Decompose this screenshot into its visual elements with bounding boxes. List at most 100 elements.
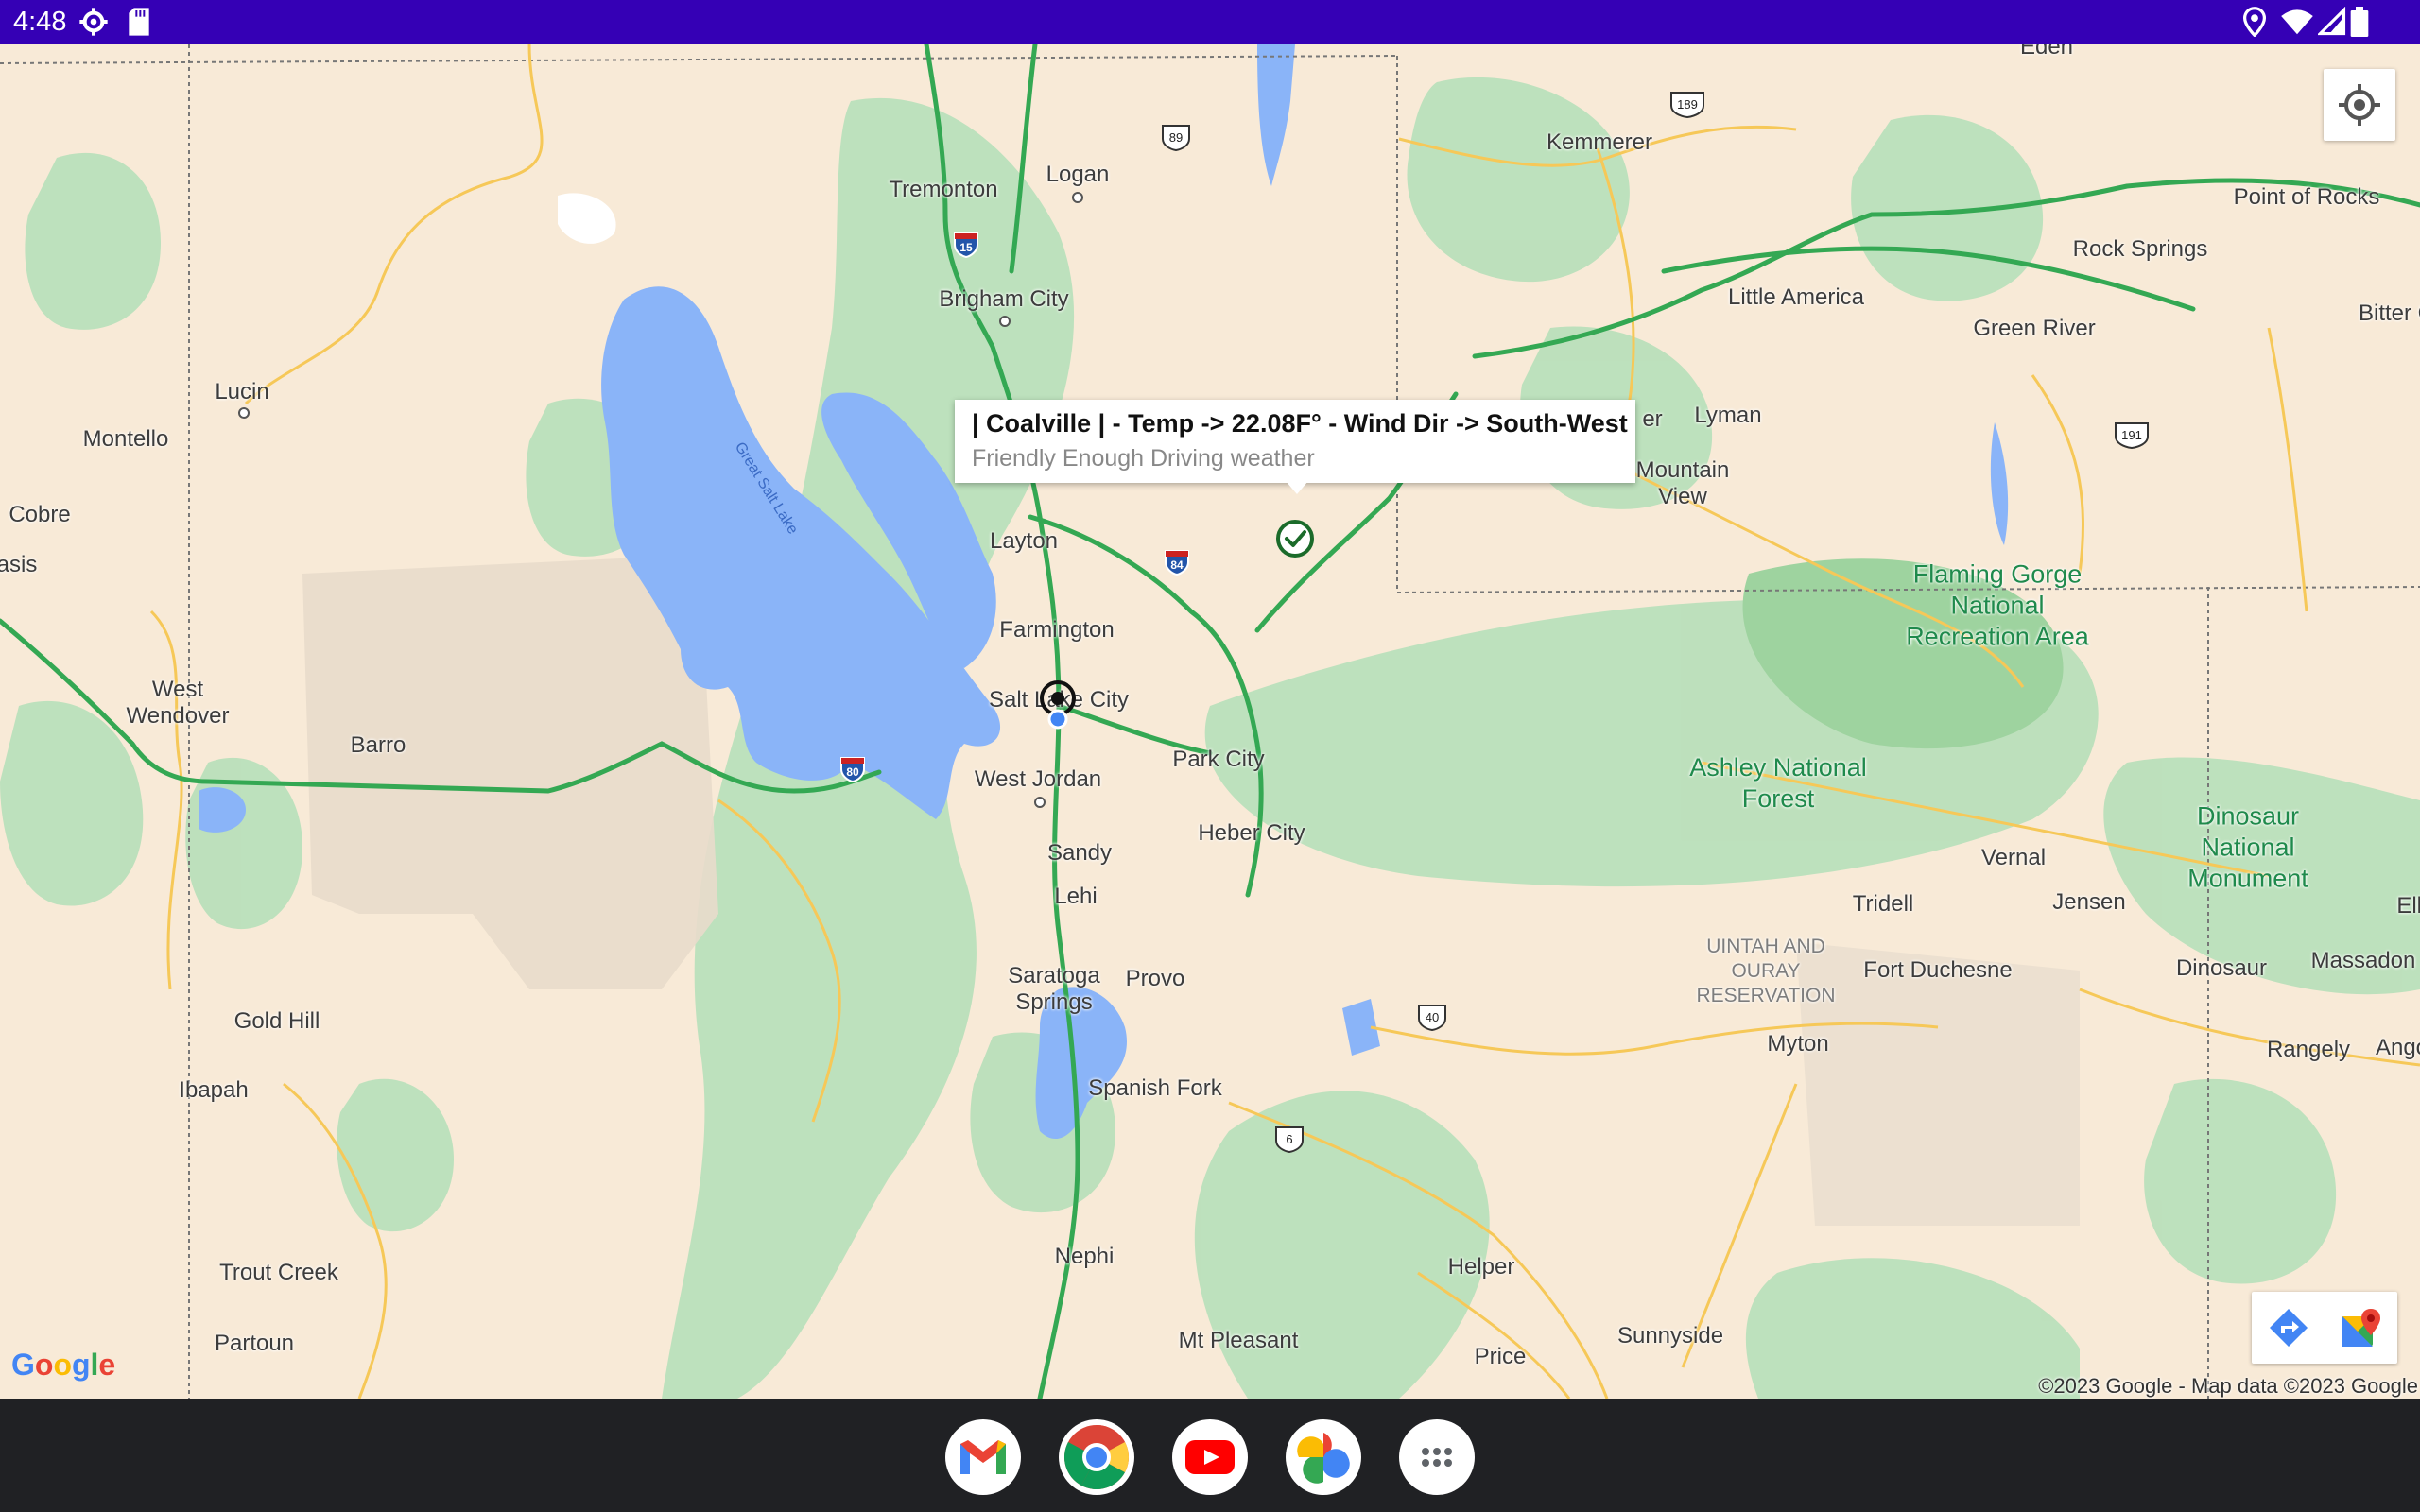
google-maps-icon bbox=[2342, 1309, 2380, 1347]
place-label: West Jordan bbox=[974, 766, 1102, 792]
svg-text:189: 189 bbox=[1677, 97, 1698, 112]
photos-app-icon[interactable] bbox=[1286, 1419, 1361, 1495]
place-label: Farmington bbox=[999, 617, 1115, 643]
place-label: er bbox=[1642, 406, 1663, 432]
place-label: Sunnyside bbox=[1616, 1323, 1724, 1349]
place-dot bbox=[1034, 797, 1046, 808]
place-label: Helper bbox=[1447, 1254, 1515, 1280]
directions-icon bbox=[2269, 1309, 2308, 1347]
place-dot bbox=[999, 316, 1011, 327]
svg-text:40: 40 bbox=[1426, 1010, 1439, 1024]
chrome-icon bbox=[1064, 1425, 1129, 1489]
place-label: Heber City bbox=[1198, 820, 1305, 846]
place-label: Spanish Fork bbox=[1088, 1075, 1222, 1101]
map-view[interactable]: 15 89 189 84 191 80 40 6 Eden Logan Trem… bbox=[0, 44, 2420, 1399]
photos-pinwheel-icon bbox=[1297, 1433, 1350, 1484]
map-terrain bbox=[0, 44, 2420, 1399]
app-dock bbox=[0, 1399, 2420, 1512]
place-label: Cobre bbox=[9, 502, 71, 527]
chrome-app-icon[interactable] bbox=[1059, 1419, 1134, 1495]
place-label: Lucin bbox=[215, 379, 269, 404]
gmail-icon bbox=[960, 1440, 1006, 1474]
place-label: Park City bbox=[1172, 747, 1265, 772]
interstate-15-shield: 15 bbox=[954, 232, 978, 259]
place-label: Point of Rocks bbox=[2233, 184, 2380, 210]
place-label: Nephi bbox=[1054, 1244, 1115, 1269]
directions-button[interactable] bbox=[2252, 1292, 2325, 1364]
location-pin-icon bbox=[2242, 7, 2267, 37]
place-label: Mountain View bbox=[1635, 457, 1730, 509]
svg-text:15: 15 bbox=[959, 241, 973, 254]
area-label-ashley-forest: Ashley National Forest bbox=[1689, 753, 1867, 813]
place-label: Provo bbox=[1125, 966, 1185, 991]
svg-text:Google: Google bbox=[11, 1348, 115, 1382]
interstate-84-shield: 84 bbox=[1165, 550, 1189, 576]
place-label: Gold Hill bbox=[233, 1008, 320, 1034]
svg-text:89: 89 bbox=[1169, 130, 1183, 145]
marker-info-window[interactable]: | Coalville | - Temp -> 22.08F° - Wind D… bbox=[955, 400, 1635, 494]
place-label: Vernal bbox=[1980, 845, 2047, 870]
place-label: Little America bbox=[1727, 284, 1865, 310]
clock: 4:48 bbox=[13, 7, 67, 37]
place-label: Montello bbox=[82, 426, 169, 452]
place-label: Trout Creek bbox=[219, 1260, 338, 1285]
place-dot bbox=[238, 407, 250, 419]
place-label: Dinosaur bbox=[2175, 955, 2268, 981]
place-label: Logan bbox=[1046, 162, 1110, 187]
area-label-dinosaur-monument: Dinosaur National Monument bbox=[2187, 801, 2308, 893]
us-89-shield: 89 bbox=[1162, 125, 1190, 151]
place-label: Lyman bbox=[1694, 403, 1762, 428]
place-label: Price bbox=[1474, 1344, 1527, 1369]
svg-text:80: 80 bbox=[846, 765, 859, 779]
wifi-icon bbox=[2281, 9, 2313, 35]
google-wordmark: Google bbox=[11, 1348, 115, 1382]
sd-card-icon bbox=[129, 8, 149, 36]
area-label-reservation: UINTAH AND OURAY RESERVATION bbox=[1696, 936, 1836, 1006]
place-label: Angor bbox=[2375, 1035, 2420, 1060]
place-label: Brigham City bbox=[939, 286, 1069, 312]
place-label: asis bbox=[0, 552, 38, 577]
place-dot bbox=[1072, 192, 1083, 203]
place-label: Sandy bbox=[1046, 840, 1113, 866]
open-in-maps-button[interactable] bbox=[2325, 1292, 2397, 1364]
place-label: Eden bbox=[2019, 44, 2074, 60]
place-label: Rock Springs bbox=[2072, 236, 2208, 262]
svg-text:84: 84 bbox=[1170, 558, 1184, 572]
place-label: Tridell bbox=[1852, 891, 1914, 917]
us-40-shield: 40 bbox=[1418, 1005, 1446, 1031]
place-label: Myton bbox=[1767, 1031, 1829, 1057]
place-label: Ibapah bbox=[179, 1077, 249, 1103]
place-label: Massadon bbox=[2310, 948, 2416, 973]
place-label: Tremonton bbox=[889, 177, 998, 202]
interstate-80-shield: 80 bbox=[840, 757, 865, 783]
grid-dots-icon bbox=[1422, 1448, 1452, 1467]
place-label: Green River bbox=[1973, 316, 2096, 341]
gmail-app-icon[interactable] bbox=[945, 1419, 1021, 1495]
place-label: Mt Pleasant bbox=[1178, 1328, 1299, 1353]
info-window-title: | Coalville | - Temp -> 22.08F° - Wind D… bbox=[972, 409, 1628, 438]
area-label-flaming-gorge: Flaming Gorge National Recreation Area bbox=[1906, 559, 2089, 651]
map-copyright[interactable]: ©2023 Google - Map data ©2023 Google bbox=[2036, 1374, 2420, 1399]
svg-text:6: 6 bbox=[1286, 1132, 1292, 1146]
weather-check-marker[interactable] bbox=[1275, 519, 1315, 558]
info-window-tail bbox=[1286, 481, 1308, 494]
us-6-shield: 6 bbox=[1275, 1126, 1304, 1153]
current-location-marker[interactable] bbox=[1037, 679, 1079, 736]
place-label: Layton bbox=[989, 528, 1059, 554]
app-drawer-button[interactable] bbox=[1399, 1419, 1475, 1495]
place-label: Barro bbox=[350, 732, 406, 758]
my-location-button[interactable] bbox=[2324, 69, 2395, 141]
youtube-app-icon[interactable] bbox=[1172, 1419, 1248, 1495]
place-label: Fort Duchesne bbox=[1863, 957, 2013, 983]
battery-icon bbox=[2350, 7, 2369, 37]
signal-icon bbox=[2318, 7, 2346, 36]
place-label: Bitter C bbox=[2358, 301, 2420, 326]
us-191-shield: 191 bbox=[2115, 422, 2149, 449]
google-logo: Google bbox=[11, 1347, 119, 1393]
place-label: Saratoga Springs bbox=[1008, 963, 1100, 1015]
place-label: Elk bbox=[2396, 893, 2420, 919]
status-bar: 4:48 bbox=[0, 0, 2420, 44]
place-label: Jensen bbox=[2052, 889, 2126, 915]
svg-text:191: 191 bbox=[2121, 428, 2142, 442]
place-label: Partoun bbox=[214, 1331, 295, 1356]
